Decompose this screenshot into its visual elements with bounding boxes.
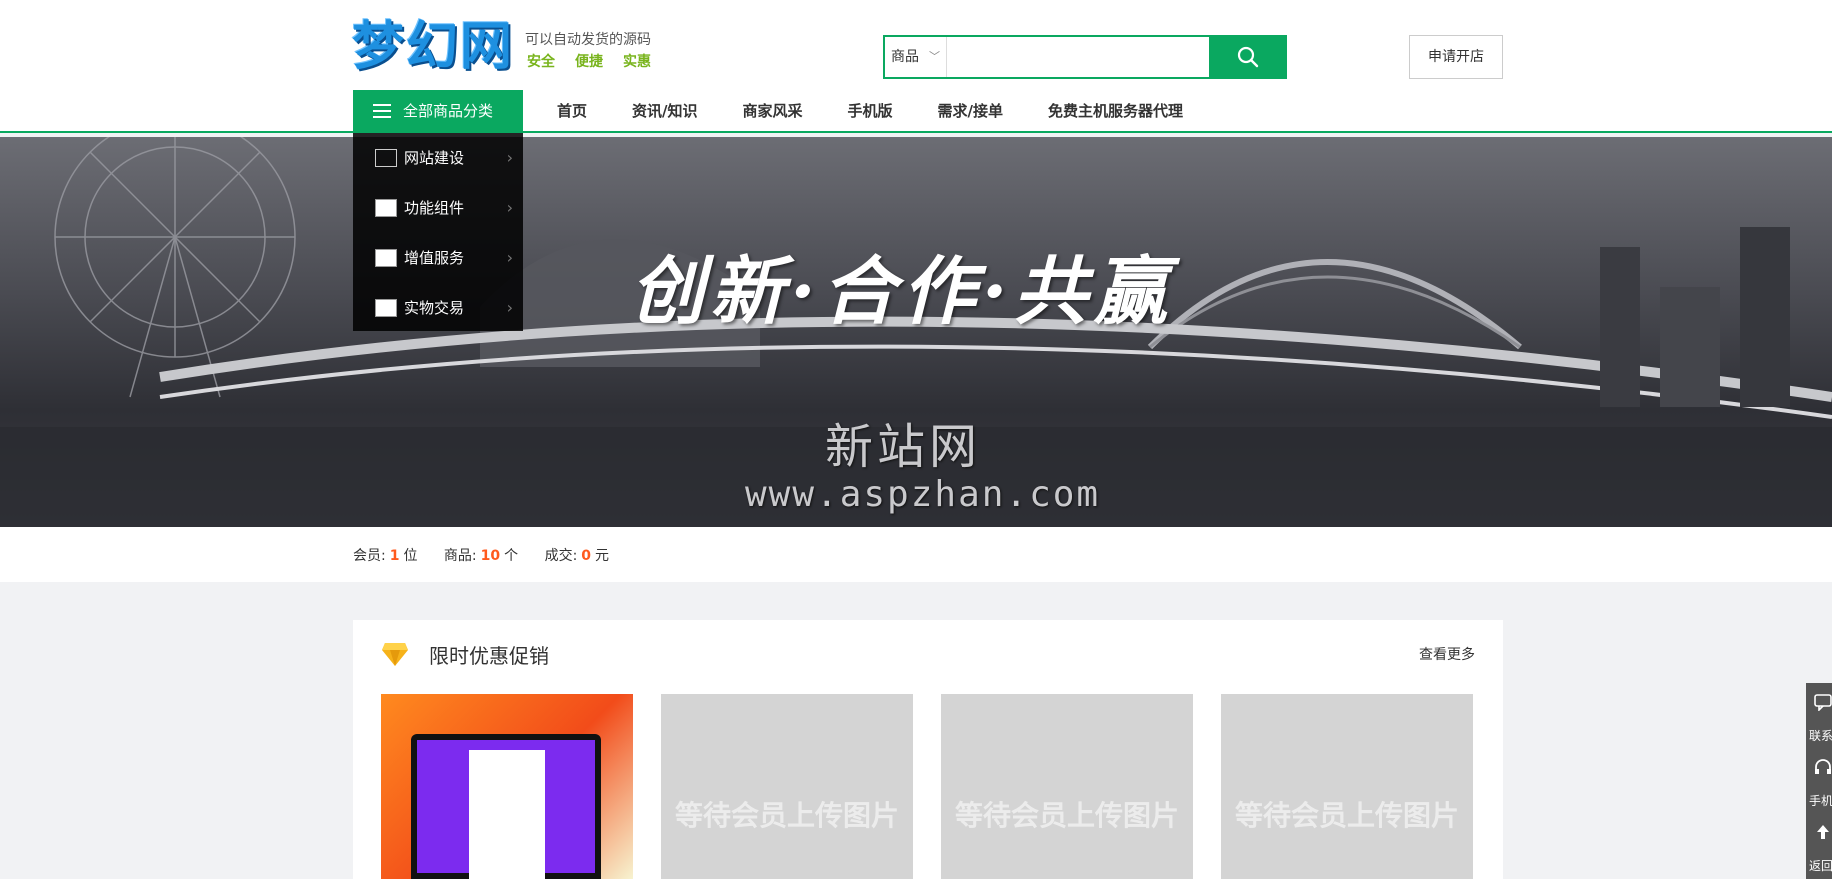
side-toolbar: 联系 手机 返回 (1806, 683, 1832, 879)
chevron-down-icon: ﹀ (929, 50, 940, 63)
products-stat: 商品: 10 个 (444, 548, 518, 564)
category-item-services[interactable]: 增值服务 › (353, 233, 523, 283)
search-input[interactable] (948, 37, 1210, 77)
category-item-components[interactable]: 功能组件 › (353, 183, 523, 233)
diamond-icon (382, 643, 408, 666)
image-placeholder: 等待会员上传图片 (674, 799, 899, 832)
chevron-right-icon: › (506, 198, 513, 217)
main-nav: 全部商品分类 首页 资讯/知识 商家风采 手机版 需求/接单 免费主机服务器代理 (0, 88, 1832, 133)
stat-value: 1 (389, 548, 400, 564)
category-label: 网站建设 (404, 149, 465, 167)
image-placeholder: 等待会员上传图片 (954, 799, 1179, 832)
product-card[interactable]: 等待会员上传图片 (661, 694, 913, 879)
stat-label: 会员: (353, 548, 386, 564)
hero-banner[interactable]: 创新·合作·共赢 新站网 www.aspzhan.com (0, 137, 1832, 527)
checkbox-icon (375, 149, 397, 167)
contact-button[interactable]: 联系 (1806, 683, 1832, 748)
stat-unit: 元 (595, 548, 610, 564)
search-type-label: 商品 (891, 49, 919, 65)
side-label: 返回 (1809, 859, 1832, 873)
tag-word: 安全 (527, 54, 555, 70)
stats-bar: 会员: 1 位 商品: 10 个 成交: 0 元 (0, 527, 1832, 582)
mobile-button[interactable]: 手机 (1806, 748, 1832, 813)
chevron-right-icon: › (506, 148, 513, 167)
stat-unit: 个 (504, 548, 519, 564)
apply-shop-button[interactable]: 申请开店 (1409, 35, 1503, 79)
nav-link-demand[interactable]: 需求/接单 (938, 90, 1003, 133)
side-label: 手机 (1809, 794, 1832, 808)
nav-link-home[interactable]: 首页 (557, 90, 587, 133)
banner-url: www.aspzhan.com (745, 474, 1101, 515)
laptop-icon (375, 249, 397, 267)
category-item-physical[interactable]: 实物交易 › (353, 283, 523, 333)
nav-link-mobile[interactable]: 手机版 (848, 90, 893, 133)
promo-section: 限时优惠促销 查看更多 等待会员上传图片 等待会员上传图片 等待会员上传图片 (353, 620, 1503, 879)
site-stats: 会员: 1 位 商品: 10 个 成交: 0 元 (353, 527, 631, 585)
nav-link-news[interactable]: 资讯/知识 (632, 90, 697, 133)
all-categories-label: 全部商品分类 (403, 102, 494, 120)
banner-slogan: 创新·合作·共赢 (630, 249, 1174, 335)
search-button[interactable] (1209, 35, 1287, 79)
site-header: 梦幻网 可以自动发货的源码 安全 便捷 实惠 商品 ﹀ 申请开店 全部商品分类 首页… (0, 0, 1832, 133)
product-card[interactable]: 等待会员上传图片 (1221, 694, 1473, 879)
category-item-website[interactable]: 网站建设 › (353, 133, 523, 183)
search-icon (1237, 46, 1259, 68)
nav-links: 首页 资讯/知识 商家风采 手机版 需求/接单 免费主机服务器代理 (557, 90, 1228, 133)
stat-unit: 位 (403, 548, 418, 564)
side-label: 联系 (1809, 729, 1832, 743)
stat-value: 0 (581, 548, 592, 564)
product-card[interactable]: 等待会员上传图片 (941, 694, 1193, 879)
banner-site-name: 新站网 (825, 419, 982, 475)
monitor-icon (375, 199, 397, 217)
category-label: 功能组件 (404, 199, 465, 217)
nav-link-hosting[interactable]: 免费主机服务器代理 (1048, 90, 1183, 133)
view-more-link[interactable]: 查看更多 (1419, 644, 1475, 664)
monitor-icon (375, 299, 397, 317)
tag-words: 安全 便捷 实惠 (527, 51, 671, 71)
chevron-right-icon: › (506, 298, 513, 317)
tag-word: 便捷 (575, 54, 603, 70)
members-stat: 会员: 1 位 (353, 548, 417, 564)
stat-value: 10 (480, 548, 501, 564)
tag-word: 实惠 (623, 54, 651, 70)
search-type-select[interactable]: 商品 ﹀ (885, 37, 947, 77)
promo-title: 限时优惠促销 (429, 644, 549, 668)
product-image (411, 734, 601, 879)
stat-label: 商品: (443, 548, 477, 564)
nav-link-merchants[interactable]: 商家风采 (743, 90, 803, 133)
product-card[interactable] (381, 694, 633, 879)
deals-stat: 成交: 0 元 (545, 548, 609, 564)
category-label: 增值服务 (404, 249, 465, 267)
all-categories-button[interactable]: 全部商品分类 (353, 90, 523, 133)
site-logo[interactable]: 梦幻网 (352, 16, 514, 78)
site-tagline: 可以自动发货的源码 (525, 32, 651, 48)
stat-label: 成交: (544, 548, 578, 564)
chevron-right-icon: › (506, 248, 513, 267)
category-label: 实物交易 (404, 299, 465, 317)
category-menu: 网站建设 › 功能组件 › 增值服务 › 实物交易 › (353, 133, 523, 331)
chat-icon (1814, 694, 1832, 711)
search-box: 商品 ﹀ (883, 35, 1287, 79)
back-to-top-button[interactable]: 返回 (1806, 813, 1832, 878)
headset-icon (1815, 759, 1831, 774)
arrow-up-icon (1817, 825, 1829, 839)
image-placeholder: 等待会员上传图片 (1234, 799, 1459, 832)
menu-icon (373, 104, 391, 118)
